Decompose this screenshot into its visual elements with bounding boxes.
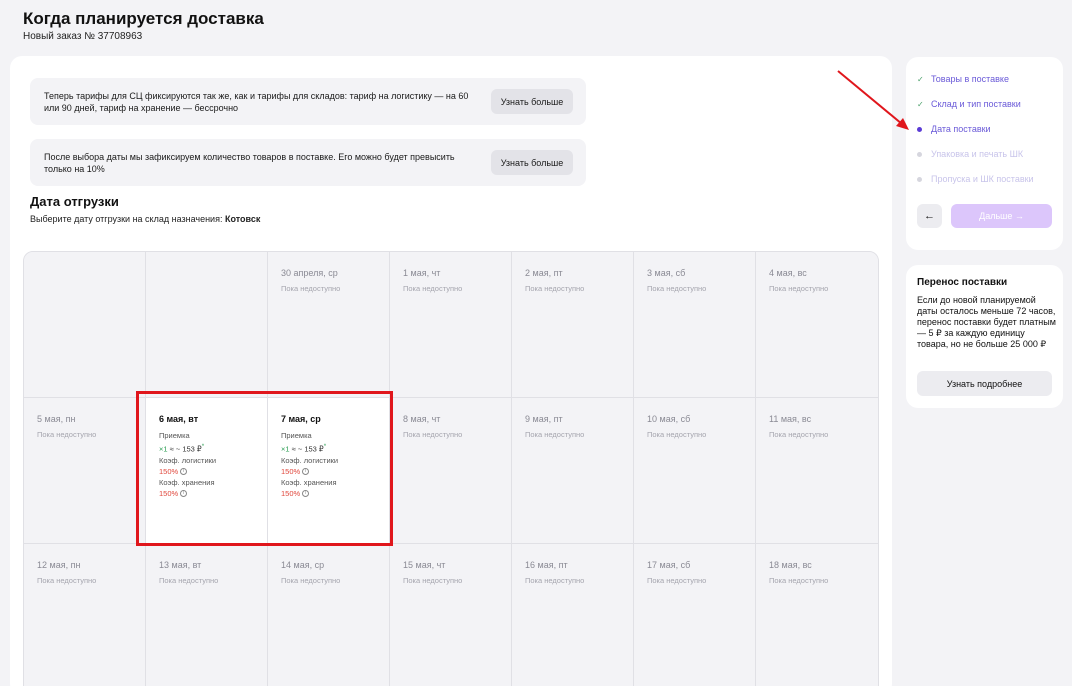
cell-date: 10 мая, сб bbox=[647, 414, 691, 424]
calendar-day-cell: 3 мая, сб Пока недоступно bbox=[634, 252, 756, 398]
cell-status: Пока недоступно bbox=[525, 430, 585, 439]
cell-date: 16 мая, пт bbox=[525, 560, 568, 570]
step-item[interactable]: Дата поставки bbox=[917, 124, 991, 134]
cell-date: 2 мая, пт bbox=[525, 268, 563, 278]
calendar-day-cell: 14 мая, ср Пока недоступно bbox=[268, 544, 390, 686]
page-title: Когда планируется доставка bbox=[23, 9, 264, 28]
cell-status: Пока недоступно bbox=[281, 284, 341, 293]
cell-status: Пока недоступно bbox=[525, 284, 585, 293]
calendar-day-cell: 16 мая, пт Пока недоступно bbox=[512, 544, 634, 686]
cell-status: Пока недоступно bbox=[403, 430, 463, 439]
calendar-day-cell: 11 мая, вс Пока недоступно bbox=[756, 398, 878, 544]
next-button[interactable]: Дальше → bbox=[951, 204, 1052, 228]
dot-icon bbox=[917, 149, 931, 159]
calendar-day-cell: 17 мая, сб Пока недоступно bbox=[634, 544, 756, 686]
calendar-day-cell: 10 мая, сб Пока недоступно bbox=[634, 398, 756, 544]
check-icon: ✓ bbox=[917, 75, 924, 84]
cell-date: 13 мая, вт bbox=[159, 560, 202, 570]
cell-status: Пока недоступно bbox=[37, 430, 97, 439]
step-item: Упаковка и печать ШК bbox=[917, 149, 1023, 159]
step-item: Пропуска и ШК поставки bbox=[917, 174, 1034, 184]
cell-status: Пока недоступно bbox=[403, 284, 463, 293]
cell-date: 3 мая, сб bbox=[647, 268, 686, 278]
cell-date: 15 мая, чт bbox=[403, 560, 446, 570]
notice-tariffs: Теперь тарифы для СЦ фиксируются так же,… bbox=[30, 78, 586, 125]
learn-more-button[interactable]: Узнать больше bbox=[491, 89, 573, 114]
learn-more-button[interactable]: Узнать больше bbox=[491, 150, 573, 175]
section-title: Дата отгрузки bbox=[30, 194, 119, 209]
calendar-day-cell: 2 мая, пт Пока недоступно bbox=[512, 252, 634, 398]
subtitle-text: Выберите дату отгрузки на склад назначен… bbox=[30, 214, 225, 224]
cell-status: Пока недоступно bbox=[769, 284, 829, 293]
cell-date: 8 мая, чт bbox=[403, 414, 441, 424]
calendar-day-cell: 8 мая, чт Пока недоступно bbox=[390, 398, 512, 544]
step-label: Склад и тип поставки bbox=[931, 99, 1021, 109]
cell-date: 17 мая, сб bbox=[647, 560, 691, 570]
cell-status: Пока недоступно bbox=[403, 576, 463, 585]
learn-details-button[interactable]: Узнать подробнее bbox=[917, 371, 1052, 396]
step-item[interactable]: ✓ Склад и тип поставки bbox=[917, 99, 1021, 109]
calendar-day-cell: 9 мая, пт Пока недоступно bbox=[512, 398, 634, 544]
step-label: Пропуска и ШК поставки bbox=[931, 174, 1034, 184]
dot-icon bbox=[917, 174, 931, 184]
dot-icon bbox=[917, 124, 931, 134]
calendar-day-cell: 5 мая, пн Пока недоступно bbox=[24, 398, 146, 544]
calendar-day-cell: 18 мая, вс Пока недоступно bbox=[756, 544, 878, 686]
cell-date: 9 мая, пт bbox=[525, 414, 563, 424]
cell-date: 14 мая, ср bbox=[281, 560, 325, 570]
cell-status: Пока недоступно bbox=[769, 430, 829, 439]
calendar-day-cell: 1 мая, чт Пока недоступно bbox=[390, 252, 512, 398]
check-icon: ✓ bbox=[917, 100, 924, 109]
calendar-day-cell: 15 мая, чт Пока недоступно bbox=[390, 544, 512, 686]
main-card: Теперь тарифы для СЦ фиксируются так же,… bbox=[10, 56, 892, 686]
transfer-card: Перенос поставки Если до новой планируем… bbox=[906, 265, 1063, 408]
cell-status: Пока недоступно bbox=[647, 576, 707, 585]
cell-status: Пока недоступно bbox=[525, 576, 585, 585]
notice-text: После выбора даты мы зафиксируем количес… bbox=[44, 152, 455, 174]
highlight-box bbox=[136, 391, 393, 546]
transfer-text: Если до новой планируемой даты осталось … bbox=[917, 295, 1056, 349]
step-label: Товары в поставке bbox=[931, 74, 1009, 84]
cell-date: 18 мая, вс bbox=[769, 560, 812, 570]
notice-quantity: После выбора даты мы зафиксируем количес… bbox=[30, 139, 586, 186]
step-item[interactable]: ✓ Товары в поставке bbox=[917, 74, 1009, 84]
cell-date: 4 мая, вс bbox=[769, 268, 807, 278]
calendar-day-cell: 12 мая, пн Пока недоступно bbox=[24, 544, 146, 686]
steps-card: ✓ Товары в поставке ✓ Склад и тип поставки Д… bbox=[906, 57, 1063, 250]
order-number: Новый заказ № 37708963 bbox=[23, 31, 143, 42]
back-button[interactable]: ← bbox=[917, 204, 942, 228]
cell-status: Пока недоступно bbox=[647, 284, 707, 293]
cell-date: 30 апреля, ср bbox=[281, 268, 338, 278]
warehouse-name: Котовск bbox=[224, 214, 261, 224]
cell-status: Пока недоступно bbox=[647, 430, 707, 439]
cell-status: Пока недоступно bbox=[281, 576, 341, 585]
cell-status: Пока недоступно bbox=[159, 576, 219, 585]
cell-date: 1 мая, чт bbox=[403, 268, 441, 278]
step-label: Упаковка и печать ШК bbox=[931, 149, 1024, 159]
calendar-cell-empty bbox=[146, 252, 268, 398]
section-subtitle: Выберите дату отгрузки на склад назначен… bbox=[30, 214, 260, 224]
cell-date: 11 мая, вс bbox=[769, 414, 812, 424]
calendar-day-cell: 4 мая, вс Пока недоступно bbox=[756, 252, 878, 398]
cell-status: Пока недоступно bbox=[769, 576, 829, 585]
calendar-day-cell: 30 апреля, ср Пока недоступно bbox=[268, 252, 390, 398]
cell-status: Пока недоступно bbox=[37, 576, 97, 585]
calendar-cell-empty bbox=[24, 252, 146, 398]
transfer-title: Перенос поставки bbox=[917, 277, 1008, 288]
cell-date: 12 мая, пн bbox=[37, 560, 81, 570]
notice-text: Теперь тарифы для СЦ фиксируются так же,… bbox=[44, 91, 469, 113]
step-label: Дата поставки bbox=[931, 124, 991, 134]
cell-date: 5 мая, пн bbox=[37, 414, 76, 424]
calendar-day-cell: 13 мая, вт Пока недоступно bbox=[146, 544, 268, 686]
